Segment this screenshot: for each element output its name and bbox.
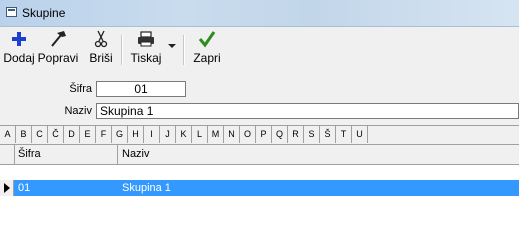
alphabet-tab-4[interactable]: D <box>64 126 80 143</box>
alphabet-tab-7[interactable]: G <box>112 126 128 143</box>
code-field[interactable] <box>96 81 186 97</box>
grid-header: Šifra Naziv <box>0 145 519 165</box>
code-label: Šifra <box>69 83 92 95</box>
alphabet-tab-9[interactable]: I <box>144 126 160 143</box>
alphabet-filter-bar: ABCČDEFGHIJKLMNOPQRSŠTU <box>0 125 519 145</box>
alphabet-tab-15[interactable]: O <box>240 126 256 143</box>
alphabet-tab-20[interactable]: Š <box>320 126 336 143</box>
hammer-icon <box>48 30 68 48</box>
print-button-label: Tiskaj <box>130 51 162 65</box>
column-header-name[interactable]: Naziv <box>118 145 519 164</box>
alphabet-tab-14[interactable]: N <box>224 126 240 143</box>
alphabet-tab-3[interactable]: Č <box>48 126 64 143</box>
selected-row-cells[interactable]: 01 Skupina 1 <box>14 180 519 196</box>
close-button[interactable]: Zapri <box>189 30 225 72</box>
alphabet-tab-0[interactable]: A <box>0 126 16 143</box>
close-button-label: Zapri <box>193 51 221 65</box>
print-dropdown-button[interactable] <box>166 30 178 72</box>
delete-button-label: Briši <box>89 51 113 65</box>
alphabet-tab-1[interactable]: B <box>16 126 32 143</box>
name-label: Naziv <box>64 105 92 117</box>
edit-button[interactable]: Popravi <box>37 30 79 72</box>
plus-icon <box>9 30 29 48</box>
window-icon <box>6 7 17 17</box>
chevron-down-icon <box>166 30 178 48</box>
print-button[interactable]: Tiskaj <box>126 30 166 72</box>
toolbar-separator <box>183 35 185 65</box>
current-row-arrow-icon <box>0 180 14 196</box>
alphabet-tab-8[interactable]: H <box>128 126 144 143</box>
scissors-icon <box>91 30 111 48</box>
column-header-code[interactable]: Šifra <box>14 145 118 164</box>
checkmark-icon <box>197 30 217 48</box>
cell-name[interactable]: Skupina 1 <box>118 180 171 196</box>
alphabet-tab-19[interactable]: S <box>304 126 320 143</box>
alphabet-tab-13[interactable]: M <box>208 126 224 143</box>
skupine-window: Skupine Dodaj Popravi Briši Tiskaj Zapri… <box>0 0 519 242</box>
window-title: Skupine <box>22 6 66 20</box>
add-button[interactable]: Dodaj <box>3 30 35 72</box>
printer-icon <box>136 30 156 48</box>
toolbar-separator <box>121 35 123 65</box>
cell-code[interactable]: 01 <box>14 180 30 196</box>
alphabet-tab-17[interactable]: Q <box>272 126 288 143</box>
alphabet-tab-5[interactable]: E <box>80 126 96 143</box>
alphabet-tab-11[interactable]: K <box>176 126 192 143</box>
edit-button-label: Popravi <box>37 51 79 65</box>
alphabet-tab-18[interactable]: R <box>288 126 304 143</box>
alphabet-tab-2[interactable]: C <box>32 126 48 143</box>
delete-button[interactable]: Briši <box>86 30 116 72</box>
add-button-label: Dodaj <box>3 51 35 65</box>
alphabet-tab-12[interactable]: L <box>192 126 208 143</box>
toolbar: Dodaj Popravi Briši Tiskaj Zapri <box>0 27 519 75</box>
data-grid: Šifra Naziv 01 Skupina 1 <box>0 145 519 242</box>
title-bar[interactable]: Skupine <box>0 0 519 27</box>
table-row[interactable]: 01 Skupina 1 <box>0 180 519 196</box>
name-field[interactable] <box>96 103 519 119</box>
alphabet-tab-21[interactable]: T <box>336 126 352 143</box>
alphabet-tab-10[interactable]: J <box>160 126 176 143</box>
alphabet-tab-6[interactable]: F <box>96 126 112 143</box>
alphabet-tab-16[interactable]: P <box>256 126 272 143</box>
row-indicator-header <box>0 145 15 164</box>
alphabet-tab-22[interactable]: U <box>352 126 368 143</box>
